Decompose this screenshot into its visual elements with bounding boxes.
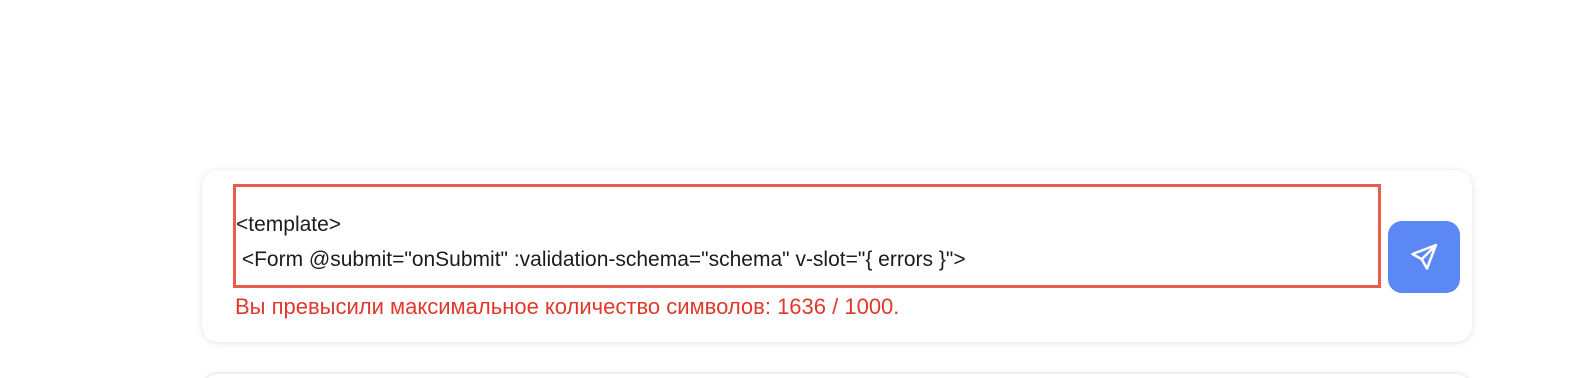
send-button[interactable] <box>1388 221 1460 293</box>
message-input[interactable]: <template> <Form @submit="onSubmit" :val… <box>233 184 1381 288</box>
next-card-edge <box>202 374 1472 378</box>
page: <template> <Form @submit="onSubmit" :val… <box>0 0 1570 378</box>
message-input-text[interactable]: <template> <Form @submit="onSubmit" :val… <box>236 187 1378 285</box>
character-limit-error: Вы превысили максимальное количество сим… <box>235 294 900 319</box>
message-composer: <template> <Form @submit="onSubmit" :val… <box>202 170 1472 342</box>
paper-plane-icon <box>1411 243 1438 270</box>
